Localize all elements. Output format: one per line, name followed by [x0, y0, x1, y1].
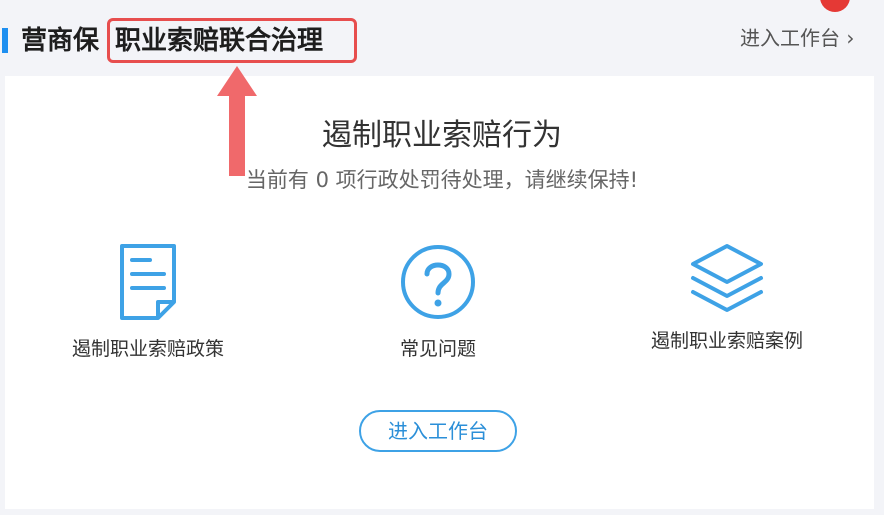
feature-cases-label: 遏制职业索赔案例	[650, 330, 803, 352]
feature-cases[interactable]: 遏制职业索赔案例	[597, 232, 857, 372]
document-icon	[120, 244, 176, 320]
feature-faq-label: 常见问题	[399, 338, 476, 360]
status-description: 当前有 0 项行政处罚待处理，请继续保持!	[245, 168, 639, 192]
brand-title: 营商保	[21, 26, 100, 56]
feature-policy[interactable]: 遏制职业索赔政策	[18, 232, 278, 372]
chevron-right-icon: ›	[846, 26, 855, 50]
enter-workbench-button[interactable]: 进入工作台	[359, 410, 517, 452]
enter-workbench-link-label: 进入工作台	[740, 26, 840, 50]
layers-icon	[691, 244, 763, 312]
feature-faq[interactable]: 常见问题	[308, 232, 568, 372]
question-circle-icon	[401, 245, 475, 319]
main-title: 遏制职业索赔行为	[322, 118, 562, 153]
annotation-mark	[820, 0, 850, 12]
accent-bar	[2, 28, 8, 53]
feature-policy-label: 遏制职业索赔政策	[71, 338, 224, 360]
section-header: 营商保 职业索赔联合治理 进入工作台 ›	[0, 0, 884, 76]
enter-workbench-link[interactable]: 进入工作台 ›	[740, 24, 854, 52]
section-subtitle: 职业索赔联合治理	[115, 26, 324, 56]
